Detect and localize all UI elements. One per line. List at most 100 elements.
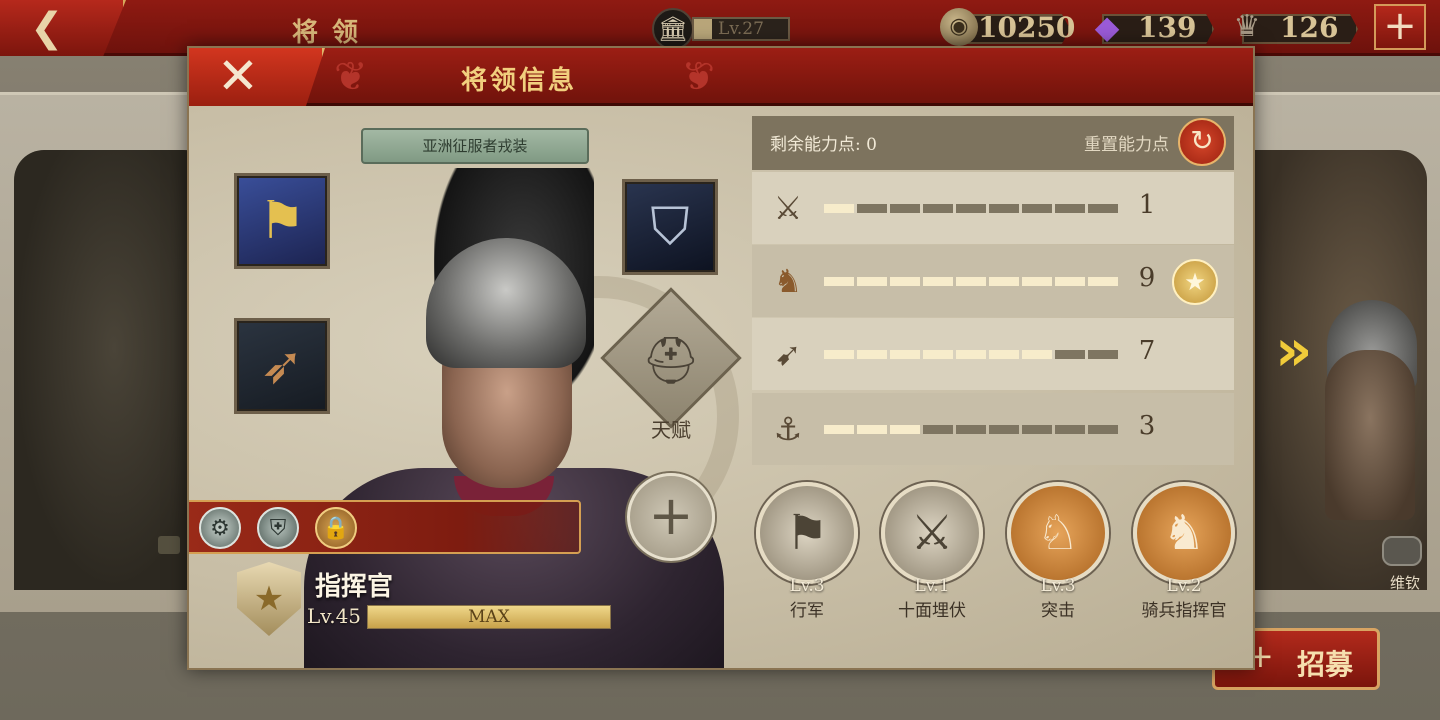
remaining-points-value: 0 [866,135,877,155]
march-icon: ⚑ [756,482,858,584]
equipment-slot-banner[interactable]: ⚑ [234,173,330,269]
stat-segment [923,425,953,434]
player-level-bar: Lv.27 [692,17,790,41]
horse-icon: ♞ [764,257,812,305]
lock-icon[interactable]: 🔒 [315,507,357,549]
background-general-card-right[interactable]: » [1255,150,1427,590]
stat-segment [956,425,986,434]
stat-segment [824,350,854,359]
skill-name: 骑兵指挥官 [1141,601,1227,621]
bow-icon: ➹ [764,330,812,378]
stat-segment [824,277,854,286]
banner-icon: ⚑ [258,191,306,251]
next-arrow-icon[interactable]: » [1275,320,1319,380]
remaining-points-label: 剩余能力点: [770,135,861,155]
stat-value: 7 [1138,336,1156,366]
stat-segment [1088,204,1118,213]
add-resource-button[interactable]: + [1374,4,1426,50]
anchor-icon: ⚓ [764,405,812,453]
stat-segment [1022,350,1052,359]
outfit-name-tag[interactable]: 亚洲征服者戎装 [361,128,589,164]
experience-label: MAX [468,607,510,627]
stat-segment [923,277,953,286]
specialty-star-icon[interactable]: ★ [1172,259,1218,305]
dialog-header: ✕ ❦ 将领信息 ❦ [189,48,1253,106]
equipment-slot-crossbow[interactable]: ➶ [234,318,330,414]
stat-segment [956,204,986,213]
badge-strip: ⚙ ⛨ 🔒 [189,500,581,554]
temple-icon: 🏛 [652,8,694,50]
general-portrait [1325,350,1415,520]
cavalry-commander-icon: ♞ [1133,482,1235,584]
screen-title: 将领 [292,18,373,48]
stat-segment [890,425,920,434]
player-level[interactable]: 🏛 Lv.27 [652,8,792,50]
stat-segment [1055,425,1085,434]
shield-badge-icon[interactable]: ⛨ [257,507,299,549]
gem-icon: ◆ [1094,8,1120,46]
stat-bar [824,350,1118,359]
helmet-icon: ⛑ [641,333,701,387]
plus-icon: + [648,484,694,547]
talent-label: 天赋 [651,418,691,442]
stat-segment [989,277,1019,286]
ambush-icon: ⚔ [881,482,983,584]
remaining-points: 剩余能力点: 0 [770,130,877,155]
reset-points-label: 重置能力点 [1084,135,1169,155]
skill-ambush[interactable]: ⚔ Lv.1 十面埋伏 [877,480,987,621]
stat-row-infantry[interactable]: ⚔ 1 [752,172,1234,244]
general-info-dialog: ✕ ❦ 将领信息 ❦ 亚洲征服者戎装 ⚑ ➶ ⛉ ⛑ 天赋 + ⚙ ⛨ 🔒 ★ … [187,46,1255,670]
skill-march[interactable]: ⚑ Lv.3 行军 [752,480,862,621]
skill-level: Lv.3 [1040,576,1076,596]
back-button[interactable]: ❮ [0,0,126,56]
stat-value: 1 [1138,190,1156,220]
stat-segment [857,277,887,286]
coin-icon: ◉ [940,8,978,46]
stat-segment [857,204,887,213]
stat-value: 9 [1138,263,1156,293]
stat-bar [824,204,1118,213]
charge-icon: ♘ [1007,482,1109,584]
stat-segment [1022,277,1052,286]
stat-row-cavalry[interactable]: ♞ 9 ★ [752,245,1234,317]
stat-segment [890,350,920,359]
stat-row-archer[interactable]: ➹ 7 [752,318,1234,390]
stat-segment [956,350,986,359]
stat-segment [1022,425,1052,434]
skill-name: 行军 [790,601,824,621]
experience-bar: MAX [367,605,611,629]
background-general-name: 维钦 [1390,574,1421,592]
stat-segment [989,425,1019,434]
stat-segment [824,425,854,434]
crown-counter[interactable]: ♛ 126 [1228,8,1358,48]
skill-name: 突击 [1041,601,1075,621]
laurel-icon: ❦ [681,54,715,100]
add-skill-button[interactable]: + [627,473,715,561]
coin-value: 10250 [978,11,1076,44]
stat-value: 3 [1138,411,1156,441]
skill-cavalry-commander[interactable]: ♞ Lv.2 骑兵指挥官 [1129,480,1239,621]
stat-bar [824,425,1118,434]
skill-charge[interactable]: ♘ Lv.3 突击 [1003,480,1113,621]
stat-segment [1055,204,1085,213]
stat-segment [857,425,887,434]
stat-segment [923,204,953,213]
background-general-card-left[interactable] [14,150,214,590]
stat-bar [824,277,1118,286]
ability-points-header: 剩余能力点: 0 重置能力点 ↻ [752,116,1234,170]
coin-counter[interactable]: ◉ 10250 [940,8,1075,48]
recruit-label: 招募 [1297,648,1354,681]
reset-points-button[interactable]: ↻ [1178,118,1226,166]
stat-segment [1055,350,1085,359]
military-badge-icon[interactable]: ⚙ [199,507,241,549]
gem-counter[interactable]: ◆ 139 [1088,8,1214,48]
skill-level: Lv.2 [1166,576,1202,596]
stat-segment [824,204,854,213]
general-level: Lv.45 [307,604,362,628]
crossbow-icon: ➶ [260,336,304,396]
skill-name: 十面埋伏 [898,601,966,621]
stat-row-navy[interactable]: ⚓ 3 [752,393,1234,465]
stat-segment [1055,277,1085,286]
back-arrow-icon: ❮ [30,5,64,51]
stat-segment [989,204,1019,213]
